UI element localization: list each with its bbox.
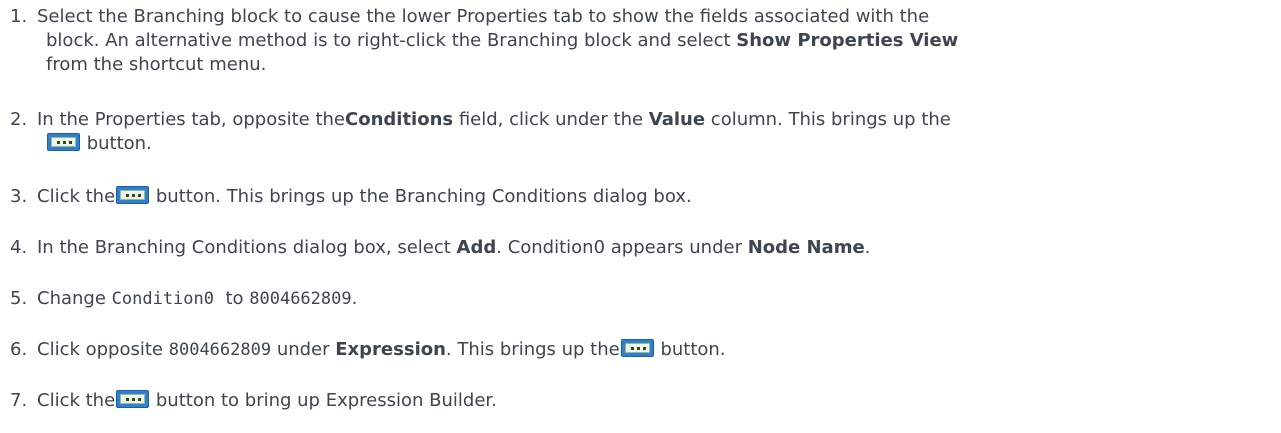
step-continuation: block. An alternative method is to right… — [46, 30, 959, 51]
ellipsis-button-icon — [116, 390, 150, 408]
code-value: Condition0 — [111, 289, 214, 309]
step-text: Select the Branching block to cause the … — [37, 6, 930, 27]
step-3: 3. Click the button. This brings up the B… — [10, 186, 692, 207]
column-name: Expression — [335, 339, 446, 360]
ellipsis-button-icon — [47, 133, 80, 151]
step-1: 1. Select the Branching block to cause th… — [10, 5, 1272, 77]
button-name: Add — [456, 237, 497, 258]
ellipsis-button-icon — [116, 186, 150, 204]
step-number: 1. — [10, 6, 28, 27]
step-2: 2. In the Properties tab, opposite theCon… — [10, 108, 1272, 156]
step-4: 4. In the Branching Conditions dialog box… — [10, 237, 871, 258]
step-continuation: from the shortcut menu. — [46, 54, 267, 75]
step-number: 4. — [10, 237, 28, 258]
menu-item-name: Show Properties View — [736, 30, 959, 51]
step-number: 6. — [10, 339, 28, 360]
step-number: 7. — [10, 390, 28, 411]
column-name: Value — [648, 109, 706, 130]
column-name: Node Name — [747, 237, 865, 258]
step-number: 5. — [10, 288, 28, 309]
step-5: 5. Change Condition0 to 8004662809. — [10, 288, 358, 309]
step-6: 6. Click opposite 8004662809 under Expres… — [10, 339, 726, 360]
step-number: 3. — [10, 186, 28, 207]
field-name: Conditions — [345, 109, 454, 130]
step-7: 7. Click the button to bring up Expressio… — [10, 390, 497, 411]
step-continuation: button. — [10, 132, 1272, 156]
code-value: 8004662809 — [168, 340, 272, 360]
step-number: 2. — [10, 109, 28, 130]
code-value: 8004662809 — [249, 289, 352, 309]
ellipsis-button-icon — [620, 339, 654, 357]
